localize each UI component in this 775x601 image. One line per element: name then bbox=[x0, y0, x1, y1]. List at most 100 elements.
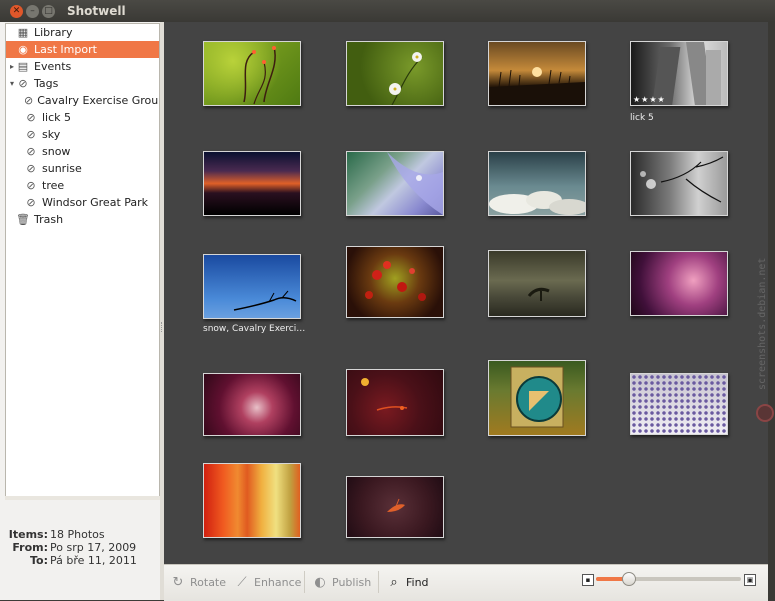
photo-art bbox=[527, 287, 550, 301]
photo-art bbox=[387, 152, 443, 215]
photo-thumbnail[interactable] bbox=[346, 41, 444, 106]
photo-thumbnail[interactable] bbox=[203, 151, 301, 216]
sidebar-item-tag[interactable]: ⊘ lick 5 bbox=[6, 109, 159, 126]
expander-collapsed-icon[interactable]: ▸ bbox=[8, 62, 16, 71]
sidebar-item-label: Library bbox=[34, 26, 73, 39]
enhance-label: Enhance bbox=[254, 575, 302, 589]
bottom-toolbar: ↻ Rotate ⟋ Enhance ◐ Publish ⌕ Find ▪ ▣ bbox=[164, 564, 768, 601]
sidebar-item-label: Cavalry Exercise Ground bbox=[37, 94, 159, 107]
zoom-in-icon[interactable]: ▣ bbox=[744, 574, 756, 586]
find-button[interactable]: ⌕ Find bbox=[386, 572, 429, 592]
sidebar-item-label: Last Import bbox=[34, 43, 97, 56]
search-icon: ⌕ bbox=[390, 574, 398, 590]
sidebar-item-label: snow bbox=[42, 145, 71, 158]
find-label: Find bbox=[406, 575, 429, 589]
rating-stars: ★★★★ bbox=[633, 95, 666, 104]
photo-art bbox=[510, 366, 564, 428]
window-title: Shotwell bbox=[67, 4, 126, 18]
sidebar-item-tag[interactable]: ⊘ sky bbox=[6, 126, 159, 143]
trash-icon: 🗑 bbox=[16, 213, 30, 226]
rotate-icon: ↻ bbox=[172, 574, 184, 590]
toolbar-separator bbox=[378, 571, 379, 593]
maximize-window-button[interactable]: □ bbox=[42, 4, 55, 18]
meta-to-label: To: bbox=[30, 554, 48, 567]
photo-art bbox=[640, 156, 724, 203]
sidebar-item-tag[interactable]: ⊘ sunrise bbox=[6, 160, 159, 177]
metadata-panel: Items: 18 Photos From: Po srp 17, 2009 T… bbox=[5, 500, 160, 570]
photo-art bbox=[365, 261, 426, 301]
photo-thumbnail[interactable] bbox=[203, 373, 301, 436]
minimize-window-button[interactable]: – bbox=[26, 4, 39, 18]
zoom-slider[interactable] bbox=[596, 572, 741, 586]
photo-thumbnail[interactable] bbox=[488, 250, 586, 317]
sidebar-item-label: Trash bbox=[34, 213, 64, 226]
photo-caption: snow, Cavalry Exerci… bbox=[203, 324, 306, 334]
sidebar-item-tag[interactable]: ⊘ Cavalry Exercise Ground bbox=[6, 92, 159, 109]
photo-thumbnail[interactable] bbox=[346, 246, 444, 318]
photo-thumbnail[interactable] bbox=[630, 151, 728, 216]
photo-art bbox=[243, 46, 276, 105]
sidebar-item-label: sky bbox=[42, 128, 61, 141]
zoom-slider-handle[interactable] bbox=[621, 572, 636, 586]
photo-thumbnail[interactable] bbox=[203, 41, 301, 106]
toolbar-separator bbox=[304, 571, 305, 593]
close-window-button[interactable]: ✕ bbox=[10, 4, 23, 18]
sidebar-item-label: Events bbox=[34, 60, 72, 73]
meta-from-label: From: bbox=[12, 541, 48, 554]
tag-icon: ⊘ bbox=[24, 94, 34, 107]
photo-thumbnail[interactable] bbox=[203, 254, 301, 319]
photo-thumbnail[interactable] bbox=[203, 463, 301, 538]
tag-icon: ⊘ bbox=[26, 145, 36, 158]
photo-art bbox=[361, 378, 408, 411]
publish-label: Publish bbox=[332, 575, 372, 589]
tag-icon: ⊘ bbox=[26, 179, 36, 192]
expander-expanded-icon[interactable]: ▾ bbox=[8, 79, 16, 88]
photo-art bbox=[489, 191, 585, 215]
sidebar-item-tag[interactable]: ⊘ tree bbox=[6, 177, 159, 194]
photo-grid: ★★★★ lick 5 snow, Cavalry Exerci… bbox=[164, 22, 768, 564]
photo-thumbnail[interactable] bbox=[630, 373, 728, 435]
sidebar-item-tags[interactable]: ▾ ⊘ Tags bbox=[6, 75, 159, 92]
meta-items-value: 18 Photos bbox=[50, 528, 105, 541]
meta-from-value: Po srp 17, 2009 bbox=[50, 541, 137, 554]
import-icon: ◉ bbox=[18, 43, 28, 56]
sidebar-item-tag[interactable]: ⊘ Windsor Great Park bbox=[6, 194, 159, 211]
sidebar-item-tag[interactable]: ⊘ snow bbox=[6, 143, 159, 160]
publish-icon: ◐ bbox=[314, 574, 326, 590]
edge-knob bbox=[756, 404, 774, 422]
publish-button[interactable]: ◐ Publish bbox=[312, 572, 371, 592]
photo-art bbox=[233, 290, 297, 311]
tag-icon: ⊘ bbox=[26, 111, 36, 124]
tag-icon: ⊘ bbox=[26, 128, 36, 141]
tags-icon: ⊘ bbox=[18, 77, 28, 90]
library-icon: ▦ bbox=[17, 26, 29, 39]
sidebar-item-label: Windsor Great Park bbox=[42, 196, 149, 209]
photo-art bbox=[387, 498, 405, 512]
sidebar-item-label: sunrise bbox=[42, 162, 82, 175]
photo-thumbnail[interactable] bbox=[346, 369, 444, 436]
tag-icon: ⊘ bbox=[26, 196, 36, 209]
tag-icon: ⊘ bbox=[26, 162, 36, 175]
photo-thumbnail[interactable]: ★★★★ bbox=[630, 41, 728, 106]
rotate-button[interactable]: ↻ Rotate bbox=[170, 572, 226, 592]
photo-thumbnail[interactable] bbox=[346, 476, 444, 538]
enhance-icon: ⟋ bbox=[237, 574, 247, 590]
watermark-text: screenshots.debian.net bbox=[757, 257, 768, 390]
photo-thumbnail[interactable] bbox=[630, 251, 728, 316]
sidebar-item-label: Tags bbox=[34, 77, 59, 90]
zoom-out-icon[interactable]: ▪ bbox=[582, 574, 594, 586]
meta-items-row: Items: 18 Photos bbox=[5, 528, 160, 542]
sidebar-item-label: tree bbox=[42, 179, 65, 192]
photo-thumbnail[interactable] bbox=[488, 360, 586, 436]
sidebar: ▦ Library ◉ Last Import ▸ ▤ Events ▾ ⊘ T… bbox=[5, 23, 160, 498]
sidebar-item-trash[interactable]: 🗑 Trash bbox=[6, 211, 159, 228]
sidebar-item-events[interactable]: ▸ ▤ Events bbox=[6, 58, 159, 75]
photo-thumbnail[interactable] bbox=[488, 151, 586, 216]
photo-thumbnail[interactable] bbox=[488, 41, 586, 106]
photo-thumbnail[interactable] bbox=[346, 151, 444, 216]
sidebar-item-library[interactable]: ▦ Library bbox=[6, 24, 159, 41]
sidebar-item-last-import[interactable]: ◉ Last Import bbox=[6, 41, 159, 58]
photo-art bbox=[489, 67, 585, 105]
title-bar: ✕ – □ Shotwell bbox=[0, 0, 775, 22]
enhance-button[interactable]: ⟋ Enhance bbox=[234, 572, 301, 592]
